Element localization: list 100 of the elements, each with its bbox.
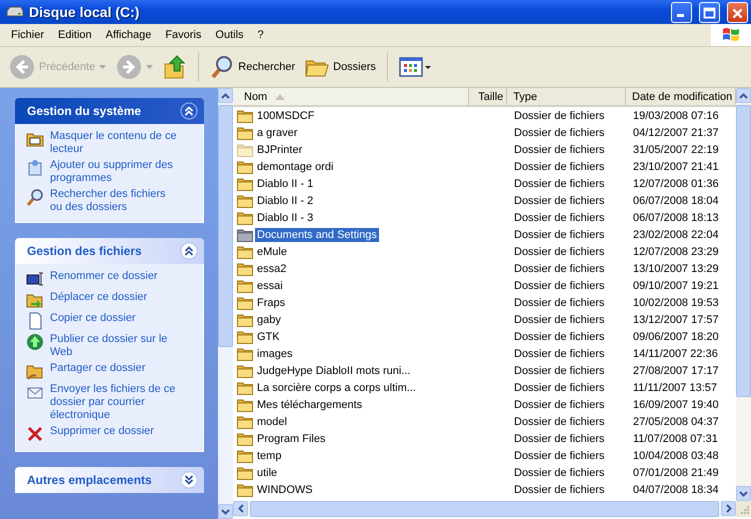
collapse-icon	[180, 242, 198, 260]
table-cell-text: 07/01/2008 21:49	[632, 466, 720, 478]
file-name[interactable]: utile	[255, 466, 280, 480]
caret-down-icon	[221, 508, 230, 514]
scroll-up-button[interactable]	[736, 88, 751, 103]
table-cell-text: Dossier de fichiers	[513, 262, 606, 274]
task-link[interactable]: Partager ce dossier	[50, 362, 146, 375]
file-name[interactable]: GTK	[255, 330, 282, 344]
table-cell-text: Dossier de fichiers	[513, 296, 606, 308]
table-cell-text: 10/04/2008 03:48	[632, 450, 720, 462]
file-name[interactable]: images	[255, 346, 294, 360]
search-icon	[210, 55, 234, 79]
file-name[interactable]: Program Files	[255, 432, 328, 446]
caret-right-icon	[726, 504, 732, 513]
file-name[interactable]: temp	[255, 448, 284, 462]
table-cell-text: Dossier de fichiers	[513, 466, 606, 478]
scroll-thumb[interactable]	[736, 105, 751, 397]
file-name[interactable]: Mes téléchargements	[255, 398, 364, 412]
file-name[interactable]: Diablo II - 1	[255, 176, 316, 190]
scroll-right-button[interactable]	[721, 501, 736, 516]
file-name[interactable]: 100MSDCF	[255, 108, 316, 122]
table-cell-text: Dossier de fichiers	[513, 144, 606, 156]
column-header[interactable]: Taille	[469, 88, 508, 105]
panel-header[interactable]: Gestion du système	[15, 98, 204, 124]
task-icon	[26, 425, 44, 443]
table-cell-text: 13/12/2007 17:57	[632, 314, 720, 326]
task-icon	[26, 270, 44, 288]
column-header[interactable]: Type	[507, 88, 626, 105]
minimize-button[interactable]	[671, 2, 692, 22]
expand-icon	[180, 471, 198, 489]
maximize-button[interactable]	[699, 2, 720, 22]
table-cell-text: 06/07/2008 18:13	[632, 212, 720, 224]
file-name[interactable]: Fraps	[255, 296, 288, 310]
table-cell-text: 10/02/2008 19:53	[632, 296, 720, 308]
file-name[interactable]: demontage ordi	[255, 160, 336, 174]
views-icon	[398, 56, 433, 78]
scroll-thumb[interactable]	[218, 105, 233, 347]
table-cell-text: Dossier de fichiers	[513, 314, 606, 326]
caret-left-icon	[238, 504, 244, 513]
task-link[interactable]: Rechercher des fichiers ou des dossiers	[50, 188, 178, 214]
menu-item[interactable]: ?	[250, 27, 271, 43]
menu-item[interactable]: Fichier	[4, 27, 52, 43]
folders-button[interactable]: Dossiers	[302, 53, 379, 81]
scroll-thumb[interactable]	[250, 501, 719, 517]
task-link[interactable]: Renommer ce dossier	[50, 270, 158, 283]
folder-up-icon	[163, 54, 188, 80]
scroll-left-button[interactable]	[233, 501, 248, 516]
menu-item[interactable]: Outils	[208, 27, 251, 43]
table-cell-text: Dossier de fichiers	[513, 348, 606, 360]
file-name[interactable]: Diablo II - 3	[255, 210, 316, 224]
file-name[interactable]: essa2	[255, 262, 288, 276]
table-cell-text: 04/12/2007 21:37	[632, 126, 720, 138]
windows-logo-icon	[711, 24, 751, 46]
scroll-down-button[interactable]	[218, 504, 233, 519]
menu-item[interactable]: Affichage	[98, 27, 158, 43]
task-link[interactable]: Envoyer les fichiers de ce dossier par courrier électronique	[50, 383, 178, 422]
table-cell-text: 04/07/2008 18:34	[632, 484, 720, 496]
table-cell-text: Dossier de fichiers	[513, 484, 606, 496]
menu-item[interactable]: Favoris	[158, 27, 208, 43]
table-cell-text: Dossier de fichiers	[513, 398, 606, 410]
file-name[interactable]: BJPrinter	[255, 142, 304, 156]
scroll-down-button[interactable]	[736, 486, 751, 501]
file-name[interactable]: JudgeHype DiabloII mots runi...	[255, 364, 412, 378]
table-cell-text: 11/07/2008 07:31	[632, 432, 719, 444]
file-name[interactable]: Diablo II - 2	[255, 194, 316, 208]
table-cell-text: Dossier de fichiers	[513, 382, 606, 394]
table-cell-text: Dossier de fichiers	[513, 330, 606, 342]
search-button[interactable]: Rechercher	[207, 52, 298, 82]
panel-header[interactable]: Autres emplacements	[15, 467, 204, 493]
file-name[interactable]: WINDOWS	[255, 482, 315, 496]
table-cell-text: 06/07/2008 18:04	[632, 194, 720, 206]
file-name[interactable]: essai	[255, 278, 285, 292]
window-title: Disque local (C:)	[29, 4, 140, 20]
table-cell-text: Dossier de fichiers	[513, 212, 606, 224]
task-link[interactable]: Publier ce dossier sur le Web	[50, 333, 178, 359]
table-cell-text: 23/02/2008 22:04	[632, 228, 720, 240]
file-name[interactable]: Documents and Settings	[255, 228, 379, 242]
task-link[interactable]: Ajouter ou supprimer des programmes	[50, 159, 178, 185]
column-header[interactable]: Nom	[233, 88, 470, 105]
table-cell-text: Dossier de fichiers	[513, 160, 606, 172]
panel-header[interactable]: Gestion des fichiers	[15, 238, 204, 264]
close-button[interactable]	[727, 2, 748, 22]
table-cell-text: 31/05/2007 22:19	[632, 144, 720, 156]
scroll-up-button[interactable]	[218, 88, 233, 103]
caret-up-icon	[739, 92, 748, 98]
task-link[interactable]: Supprimer ce dossier	[50, 425, 154, 438]
table-cell-text: Dossier de fichiers	[513, 126, 606, 138]
size-grip-icon[interactable]	[736, 501, 751, 517]
file-name[interactable]: gaby	[255, 312, 283, 326]
file-name[interactable]: La sorcière corps a corps ultim...	[255, 380, 418, 394]
file-name[interactable]: model	[255, 414, 289, 428]
file-name[interactable]: a graver	[255, 126, 300, 140]
table-cell-text: Dossier de fichiers	[513, 110, 606, 122]
menu-item[interactable]: Edition	[51, 27, 99, 43]
task-link[interactable]: Déplacer ce dossier	[50, 291, 148, 304]
task-link[interactable]: Copier ce dossier	[50, 312, 136, 325]
drive-icon	[6, 6, 24, 18]
task-link[interactable]: Masquer le contenu de ce lecteur	[50, 130, 178, 156]
file-name[interactable]: eMule	[255, 244, 289, 258]
caret-icon	[99, 65, 106, 69]
